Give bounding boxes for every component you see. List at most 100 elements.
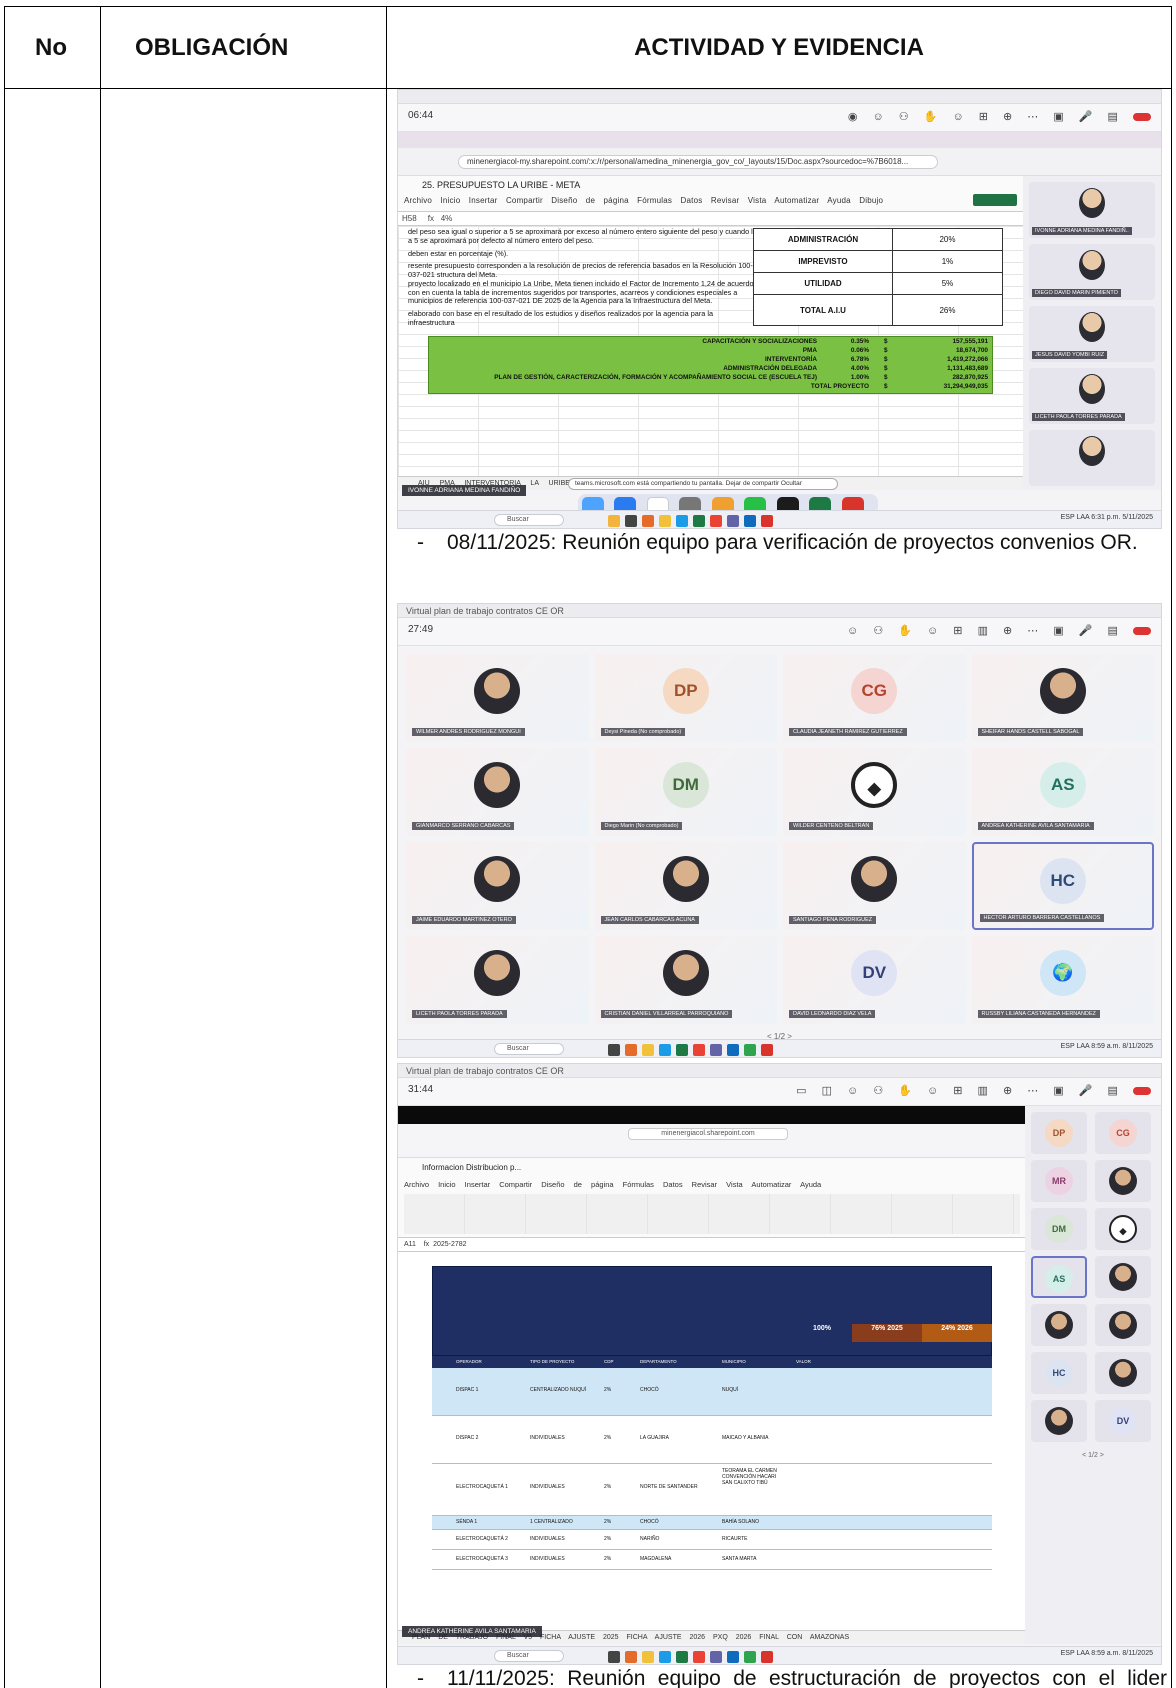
participant-tile[interactable]: DIEGO DAVID MARIN PIMIENTO: [1029, 244, 1155, 300]
formula-bar[interactable]: H58 fx 4%: [398, 212, 1023, 226]
browser-toolbar: minenergiacol.sharepoint.com: [398, 1124, 1026, 1158]
table-row[interactable]: SÉNDA 11 CENTRALIZADO 2% CHOCÓ BAHÍA SOLANO: [432, 1516, 992, 1530]
participant-tile[interactable]: SHEIFAR HANDS CASTELL SABOGAL: [971, 654, 1154, 742]
taskbar-apps[interactable]: [608, 1650, 778, 1664]
taskbar-search[interactable]: Buscar: [494, 1043, 564, 1055]
browser-toolbar: minenergiacol-my.sharepoint.com/:x:/r/pe…: [398, 148, 1161, 176]
participant-tile[interactable]: MR: [1031, 1160, 1087, 1202]
note-3: resente presupuesto corresponden a la re…: [408, 261, 753, 279]
participant-sidebar: IVONNE ADRIANA MEDINA FANDIÑ.. DIEGO DAV…: [1023, 176, 1161, 490]
excel-menu[interactable]: Archivo Inicio Insertar Compartir Diseño…: [404, 196, 883, 205]
table-row[interactable]: ELECTROCAQUETÁ 1 INDIVIDUALES 2% NORTE DE S…: [432, 1464, 992, 1516]
participant-tile[interactable]: WILMER ANDRES RODRIGUEZ MONGUI: [406, 654, 589, 742]
table-row[interactable]: ELECTROCAQUETÁ 2 INDIVIDUALES 2% NARIÑO RICA…: [432, 1530, 992, 1550]
participant-tile[interactable]: [1095, 1160, 1151, 1202]
participant-tile[interactable]: CG: [1095, 1112, 1151, 1154]
app-icon: [642, 515, 654, 527]
participant-tile[interactable]: DP: [1031, 1112, 1087, 1154]
meeting-controls[interactable]: ▭ ◫ ☺ ⚇ ✋ ☺ ⊞ ▥ ⊕ ⋯ ▣ 🎤 ▤: [796, 1084, 1151, 1097]
app-icon: [676, 515, 688, 527]
avatar: [1109, 1263, 1137, 1291]
taskbar-apps[interactable]: [608, 1043, 778, 1057]
participant-tile[interactable]: [1031, 1304, 1087, 1346]
participant-tile[interactable]: IVONNE ADRIANA MEDINA FANDIÑ..: [1029, 182, 1155, 238]
meeting-timer: 31:44: [408, 1084, 434, 1095]
participant-tile[interactable]: JAIME EDUARDO MARTINEZ OTERO: [406, 842, 589, 930]
header-obligacion: OBLIGACIÓN: [100, 6, 387, 89]
participant-tile[interactable]: DV: [1095, 1400, 1151, 1442]
pct-100: 100%: [792, 1324, 852, 1342]
app-icon: [659, 515, 671, 527]
share-button[interactable]: [973, 194, 1017, 206]
share-notice[interactable]: teams.microsoft.com está compartiendo tu…: [568, 478, 838, 490]
mac-menubar: [398, 132, 1161, 148]
taskbar-search[interactable]: Buscar: [494, 1650, 564, 1662]
participant-tile[interactable]: CG CLAUDIA JEANETH RAMIREZ GUTIERREZ: [783, 654, 966, 742]
excel-menu[interactable]: Archivo Inicio Insertar Compartir Diseño…: [404, 1180, 821, 1189]
spreadsheet-grid[interactable]: del peso sea igual o superior a 5 se apr…: [398, 226, 1023, 476]
participant-tile[interactable]: HC: [1031, 1352, 1087, 1394]
participant-tile[interactable]: DM: [1031, 1208, 1087, 1250]
evidence-screenshot-meeting-grid: Virtual plan de trabajo contratos CE OR …: [397, 603, 1162, 1058]
participant-tile[interactable]: SANTIAGO PENA RODRIGUEZ: [783, 842, 966, 930]
participant-tile[interactable]: AS ANDREA KATHERINE AVILA SANTAMARIA: [971, 748, 1154, 836]
formula-value: 2025-2782: [433, 1241, 467, 1248]
cell-reference: A11: [404, 1241, 416, 1248]
formula-bar[interactable]: A11 fx 2025-2782: [398, 1238, 1026, 1252]
note-2: deben estar en porcentaje (%).: [408, 249, 509, 258]
participant-tile[interactable]: JEAN CARLOS CABARCAS ACUNA: [594, 842, 777, 930]
note-5: elaborado con base en el resultado de lo…: [408, 309, 714, 327]
aiu-table: ADMINISTRACIÓN 20% IMPREVISTO 1% UTILIDAD 5…: [753, 228, 1003, 326]
table-row[interactable]: DISPAC 2 INDIVIDUALES 2% LA GUAJIRA MAICAO Y…: [432, 1416, 992, 1464]
participant-tile[interactable]: ◆: [1095, 1208, 1151, 1250]
system-tray[interactable]: ESP LAA 8:59 a.m. 8/11/2025: [1061, 1043, 1153, 1050]
taskbar-apps[interactable]: [608, 514, 778, 528]
summary-row: PLAN DE GESTIÓN, CARACTERIZACIÓN, FORMAC…: [494, 374, 988, 381]
participant-tile[interactable]: ◆ WILDER CENTENO BELTRAN: [783, 748, 966, 836]
windows-taskbar: Buscar ESP LAA 6:31 p.m. 5/11/2025: [398, 510, 1161, 528]
header-no: No: [4, 6, 101, 89]
meeting-controls[interactable]: ☺ ⚇ ✋ ☺ ⊞ ▥ ⊕ ⋯ ▣ 🎤 ▤: [847, 624, 1151, 637]
participant-tile[interactable]: [1031, 1400, 1087, 1442]
system-tray[interactable]: ESP LAA 6:31 p.m. 5/11/2025: [1061, 514, 1153, 521]
participant-tile[interactable]: DM Diego Marin (No comprobado): [594, 748, 777, 836]
participant-tile[interactable]: AS: [1031, 1256, 1087, 1298]
table-row[interactable]: ELECTROCAQUETÁ 3 INDIVIDUALES 2% MAGDALENA S…: [432, 1550, 992, 1570]
participant-tile[interactable]: [1029, 430, 1155, 486]
browser-address[interactable]: minenergiacol.sharepoint.com: [628, 1128, 788, 1140]
aiu-row: ADMINISTRACIÓN 20%: [754, 229, 1002, 251]
note-4: proyecto localizado en el municipio La U…: [408, 279, 754, 305]
participant-tile[interactable]: [1095, 1256, 1151, 1298]
cell-reference: H58: [402, 214, 417, 223]
participant-tile[interactable]: DV DAVID LEONARDO DIAZ VELA: [783, 936, 966, 1024]
table-row[interactable]: DISPAC 1 CENTRALIZADO NUQUÍ 2% CHOCÓ NUQUÍ: [432, 1368, 992, 1416]
participant-tile[interactable]: LICETH PAOLA TORRES PARADA: [406, 936, 589, 1024]
leave-call-icon[interactable]: [1133, 113, 1151, 122]
leave-call-icon[interactable]: [1133, 627, 1151, 636]
summary-row: TOTAL PROYECTO $31,294,949,035: [810, 383, 988, 390]
avatar: [1079, 312, 1105, 342]
browser-url[interactable]: minenergiacol-my.sharepoint.com/:x:/r/pe…: [458, 155, 938, 169]
shared-screen-band: [398, 1106, 1026, 1124]
teams-controlbar: 06:44 ◉ ☺ ⚇ ✋ ☺ ⊞ ⊕ ⋯ ▣ 🎤 ▤: [398, 104, 1161, 132]
participant-tile[interactable]: GIANMARCO SERRANO CABARCAS: [406, 748, 589, 836]
participant-tile[interactable]: DP Deysi Pineda (No comprobado): [594, 654, 777, 742]
participant-tile[interactable]: JESUS DAVID YOMBI RUIZ: [1029, 306, 1155, 362]
participant-tile[interactable]: [1095, 1304, 1151, 1346]
meeting-controls[interactable]: ◉ ☺ ⚇ ✋ ☺ ⊞ ⊕ ⋯ ▣ 🎤 ▤: [848, 110, 1151, 123]
excel-ribbon[interactable]: [404, 1194, 1020, 1234]
system-tray[interactable]: ESP LAA 8:59 a.m. 8/11/2025: [1061, 1650, 1153, 1657]
app-icon: [625, 515, 637, 527]
avatar: [1079, 188, 1105, 218]
spreadsheet-grid[interactable]: 100% 76% 2025 24% 2026 OPERADOR TIPO DE …: [398, 1252, 1026, 1630]
participant-tile[interactable]: 🌍 RUSSBY LILIANA CASTANEDA HERNANDEZ: [971, 936, 1154, 1024]
summary-row: ADMINISTRACIÓN DELEGADA 4.00% $1,131,483,6…: [723, 365, 988, 372]
participant-tile[interactable]: [1095, 1352, 1151, 1394]
leave-call-icon[interactable]: [1133, 1087, 1151, 1096]
taskbar-search[interactable]: Buscar: [494, 514, 564, 526]
participant-tile[interactable]: HC HECTOR ARTURO BARRERA CASTELLANOS: [971, 842, 1154, 930]
participant-tile[interactable]: LICETH PAOLA TORRES PARADA: [1029, 368, 1155, 424]
sidebar-pager[interactable]: < 1/2 >: [1025, 1452, 1161, 1459]
participant-tile[interactable]: CRISTIAN DANIEL VILLARREAL PARROQUIANO: [594, 936, 777, 1024]
summary-row: CAPACITACIÓN Y SOCIALIZACIONES 0.35% $157,…: [702, 338, 988, 345]
